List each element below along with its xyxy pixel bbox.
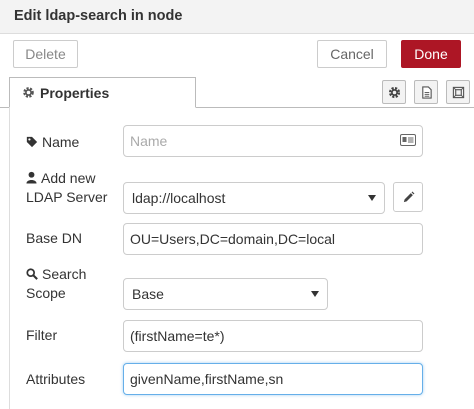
server-label: Add new LDAP Server [26, 169, 107, 207]
chevron-down-icon [311, 291, 319, 297]
delete-button[interactable]: Delete [13, 40, 78, 68]
tag-icon [26, 136, 38, 148]
chevron-down-icon [368, 195, 376, 201]
done-button[interactable]: Done [401, 40, 461, 68]
attributes-label: Attributes [26, 371, 86, 387]
appearance-icon [452, 86, 465, 99]
scope-label-line2: Scope [26, 285, 66, 301]
ldap-server-value: ldap://localhost [132, 190, 226, 206]
name-placeholder: Name [130, 133, 168, 149]
name-label-text: Name [42, 134, 80, 150]
dialog-header: Edit ldap-search in node [0, 0, 474, 34]
settings-icon [388, 86, 401, 99]
base-dn-input[interactable]: OU=Users,DC=domain,DC=local [123, 223, 423, 255]
ldap-server-select[interactable]: ldap://localhost [123, 182, 385, 214]
settings-tab-button[interactable] [382, 80, 406, 104]
appearance-tab-button[interactable] [446, 80, 470, 104]
search-scope-value: Base [132, 286, 164, 302]
search-icon [26, 268, 38, 280]
name-label: Name [26, 133, 79, 152]
name-input[interactable]: Name [123, 125, 423, 157]
search-scope-select[interactable]: Base [123, 278, 328, 310]
id-card-icon [400, 134, 416, 146]
tab-properties[interactable]: Properties [9, 77, 196, 108]
filter-label: Filter [26, 327, 58, 343]
scope-label: Search Scope [26, 265, 86, 303]
user-icon [26, 171, 37, 184]
description-tab-button[interactable] [414, 80, 438, 104]
tab-properties-label: Properties [40, 85, 110, 101]
filter-input[interactable]: (firstName=te*) [123, 320, 423, 352]
pencil-icon [403, 191, 415, 203]
base-dn-label: Base DN [26, 230, 83, 246]
dialog-title: Edit ldap-search in node [14, 8, 183, 24]
server-label-line1: Add new [41, 170, 96, 186]
description-icon [422, 86, 432, 99]
cancel-button[interactable]: Cancel [317, 40, 387, 68]
attributes-input[interactable]: givenName,firstName,sn [123, 363, 423, 395]
server-label-line2: LDAP Server [26, 189, 108, 205]
edit-server-button[interactable] [393, 182, 423, 212]
scope-label-line1: Search [42, 266, 87, 282]
gear-icon [23, 87, 34, 98]
